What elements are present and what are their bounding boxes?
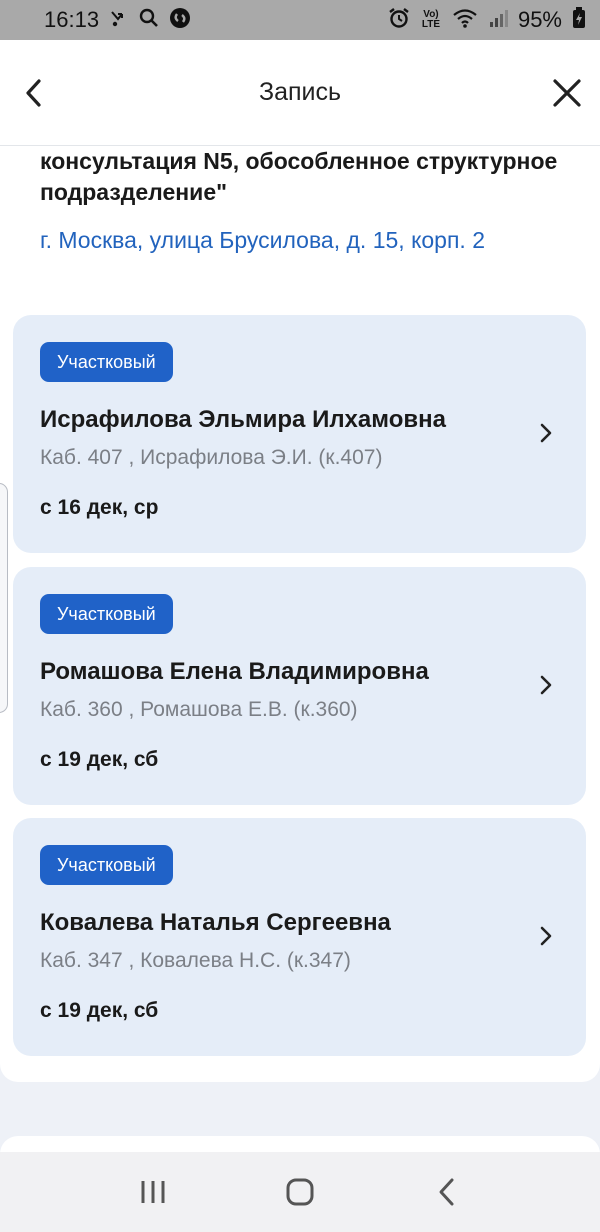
clinic-address-link[interactable]: г. Москва, улица Брусилова, д. 15, корп.… xyxy=(40,224,560,256)
home-button[interactable] xyxy=(270,1162,330,1222)
system-nav-bar xyxy=(0,1152,600,1232)
shazam-icon xyxy=(169,7,191,33)
battery-charging-icon xyxy=(572,7,586,33)
back-button[interactable] xyxy=(8,66,62,120)
status-left: 16:13 xyxy=(44,7,191,33)
recent-apps-icon xyxy=(141,1181,165,1203)
chevron-right-icon xyxy=(540,423,552,443)
chevron-right-icon xyxy=(540,926,552,946)
app-header: Запись xyxy=(0,40,600,146)
missed-call-icon xyxy=(109,8,129,32)
content-card: консультация N5, обособленное структурно… xyxy=(0,146,600,1082)
signal-icon xyxy=(488,8,508,32)
alarm-icon xyxy=(388,7,410,33)
doctor-card[interactable]: Участковый Ковалева Наталья Сергеевна Ка… xyxy=(13,818,586,1056)
doctor-card[interactable]: Участковый Ромашова Елена Владимировна К… xyxy=(13,567,586,805)
doctor-type-badge: Участковый xyxy=(40,342,173,382)
doctor-type-badge: Участковый xyxy=(40,594,173,634)
status-bar: 16:13 Vo) LTE 95% xyxy=(0,0,600,40)
close-button[interactable] xyxy=(540,66,594,120)
search-icon xyxy=(139,8,159,32)
status-time: 16:13 xyxy=(44,7,100,32)
doctor-name: Ромашова Елена Владимировна xyxy=(40,658,429,685)
doctor-cabinet: Каб. 407 , Исрафилова Э.И. (к.407) xyxy=(40,446,383,469)
doctor-available-date: с 19 дек, сб xyxy=(40,748,159,771)
page-title: Запись xyxy=(258,78,342,106)
back-icon xyxy=(439,1178,454,1206)
doctor-type-badge: Участковый xyxy=(40,845,173,885)
status-right: Vo) LTE 95% xyxy=(388,7,586,33)
recent-apps-button[interactable] xyxy=(123,1162,183,1222)
volte-icon: Vo) LTE xyxy=(421,9,441,30)
wifi-icon xyxy=(452,8,478,32)
doctor-card[interactable]: Участковый Исрафилова Эльмира Илхамовна … xyxy=(13,315,586,553)
doctor-name: Ковалева Наталья Сергеевна xyxy=(40,909,391,936)
doctor-available-date: с 16 дек, ср xyxy=(40,496,159,519)
battery-text: 95% xyxy=(517,7,562,32)
system-back-button[interactable] xyxy=(417,1162,477,1222)
home-icon xyxy=(286,1178,314,1206)
close-icon xyxy=(553,79,581,107)
doctor-available-date: с 19 дек, сб xyxy=(40,999,159,1022)
edge-panel-handle[interactable] xyxy=(0,483,8,713)
doctor-cabinet: Каб. 347 , Ковалева Н.С. (к.347) xyxy=(40,949,351,972)
chevron-right-icon xyxy=(540,675,552,695)
chevron-left-icon xyxy=(26,79,41,107)
doctor-name: Исрафилова Эльмира Илхамовна xyxy=(40,406,446,433)
clinic-name: консультация N5, обособленное структурно… xyxy=(40,148,558,205)
doctor-cabinet: Каб. 360 , Ромашова Е.В. (к.360) xyxy=(40,698,358,721)
